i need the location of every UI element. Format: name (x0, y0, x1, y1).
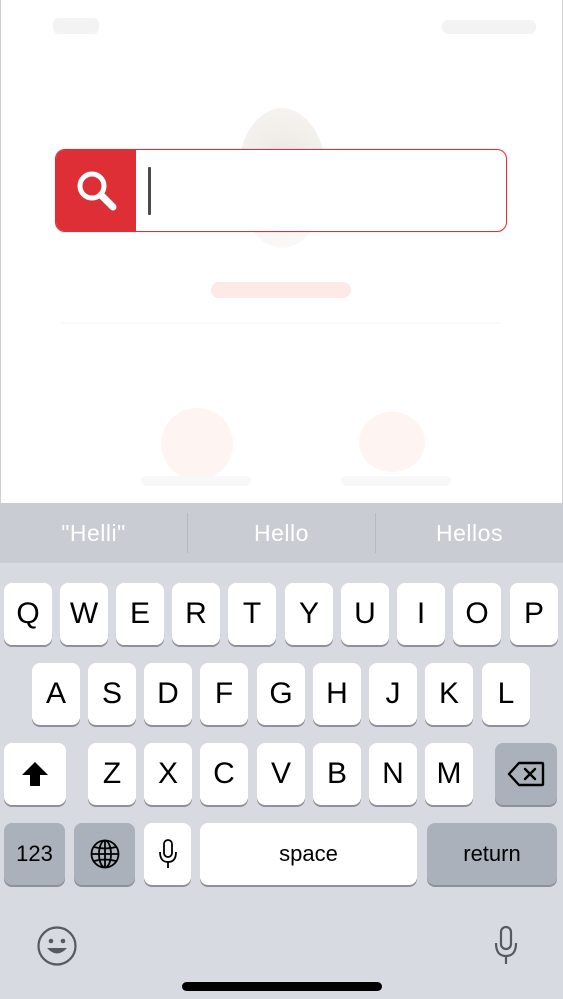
key-d[interactable]: D (144, 663, 192, 725)
microphone-icon (158, 839, 177, 868)
key-c[interactable]: C (200, 743, 248, 805)
key-r[interactable]: R (172, 583, 220, 645)
key-t[interactable]: T (228, 583, 276, 645)
status-bar-icons (442, 20, 536, 34)
key-j[interactable]: J (369, 663, 417, 725)
key-v[interactable]: V (257, 743, 305, 805)
background-caption-right (341, 476, 451, 486)
key-k[interactable]: K (425, 663, 473, 725)
keys-area: Q W E R T Y U I O P A S D F G H J K L Z … (0, 563, 563, 999)
numbers-key[interactable]: 123 (4, 823, 65, 885)
key-w[interactable]: W (60, 583, 108, 645)
shift-arrow-icon (22, 762, 48, 786)
search-icon (77, 171, 117, 210)
suggestion-2[interactable]: Hello (188, 503, 375, 563)
home-indicator[interactable] (182, 982, 382, 991)
background-app-screen (0, 0, 563, 503)
key-p[interactable]: P (510, 583, 558, 645)
key-o[interactable]: O (453, 583, 501, 645)
status-bar-time (53, 18, 99, 34)
return-key[interactable]: return (427, 823, 557, 885)
key-e[interactable]: E (116, 583, 164, 645)
key-z[interactable]: Z (88, 743, 136, 805)
key-h[interactable]: H (313, 663, 361, 725)
backspace-icon (507, 761, 545, 787)
background-action-button-left (161, 408, 233, 480)
emoji-button[interactable] (34, 923, 80, 969)
key-q[interactable]: Q (4, 583, 52, 645)
search-input[interactable] (136, 150, 506, 231)
globe-key[interactable] (74, 823, 135, 885)
key-l[interactable]: L (482, 663, 530, 725)
space-key[interactable]: space (200, 823, 417, 885)
emoji-face-icon (37, 926, 77, 966)
background-caption-left (141, 476, 251, 486)
background-action-button-right (359, 412, 425, 472)
shift-key[interactable] (4, 743, 66, 805)
predictive-text-bar: "Helli" Hello Hellos (0, 503, 563, 563)
key-s[interactable]: S (88, 663, 136, 725)
delete-key[interactable] (495, 743, 557, 805)
dictation-button[interactable] (488, 923, 524, 969)
key-n[interactable]: N (369, 743, 417, 805)
dictation-key[interactable] (144, 823, 191, 885)
background-name-label (211, 282, 351, 298)
background-divider (61, 322, 501, 324)
search-button[interactable] (56, 150, 136, 231)
key-b[interactable]: B (313, 743, 361, 805)
key-x[interactable]: X (144, 743, 192, 805)
text-cursor (148, 167, 151, 215)
key-g[interactable]: G (257, 663, 305, 725)
search-bar[interactable] (55, 149, 507, 232)
suggestion-1[interactable]: "Helli" (0, 503, 187, 563)
on-screen-keyboard: "Helli" Hello Hellos Q W E R T Y U I O P… (0, 503, 563, 999)
microphone-icon (494, 925, 518, 964)
globe-icon (90, 839, 119, 869)
key-a[interactable]: A (32, 663, 80, 725)
key-m[interactable]: M (425, 743, 473, 805)
key-f[interactable]: F (200, 663, 248, 725)
suggestion-3[interactable]: Hellos (376, 503, 563, 563)
key-y[interactable]: Y (285, 583, 333, 645)
key-u[interactable]: U (341, 583, 389, 645)
key-i[interactable]: I (397, 583, 445, 645)
